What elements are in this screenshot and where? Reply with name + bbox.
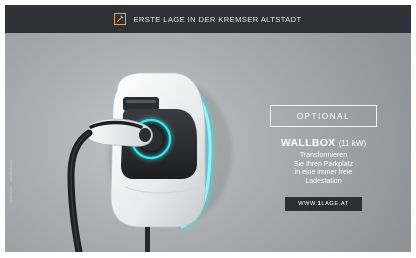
charging-cable xyxy=(67,129,93,252)
header-text: ERSTE LAGE IN DER KREMSER ALTSTADT xyxy=(133,14,302,24)
description-line: Transformieren xyxy=(299,152,348,159)
header-bar: ERSTE LAGE IN DER KREMSER ALTSTADT xyxy=(5,5,411,33)
description-line: Sie Ihren Parkplatz xyxy=(293,160,354,168)
wallbox-description: Transformieren Sie Ihren Parkplatz in ei… xyxy=(260,152,387,186)
side-caption: symbolfoto · visualisierung xyxy=(9,160,13,203)
wallbox-title-text: WALLBOX xyxy=(280,137,336,149)
wallbox-photo xyxy=(67,72,232,252)
description-line: Ladestation xyxy=(305,177,342,185)
pencil-icon xyxy=(114,13,127,25)
wallbox-power: (11 kW) xyxy=(338,139,367,148)
url-suffix: LAGE.AT xyxy=(321,201,349,207)
website-link[interactable]: WWW. 1 LAGE.AT xyxy=(285,197,362,211)
optional-label: OPTIONAL xyxy=(270,105,377,127)
wallbox-title: WALLBOX (11 kW) xyxy=(260,137,387,149)
display-window xyxy=(123,97,159,111)
ad-banner: ERSTE LAGE IN DER KREMSER ALTSTADT symbo… xyxy=(5,5,411,252)
description-line: in eine immer freie xyxy=(294,169,353,177)
url-prefix: WWW. xyxy=(298,201,318,207)
